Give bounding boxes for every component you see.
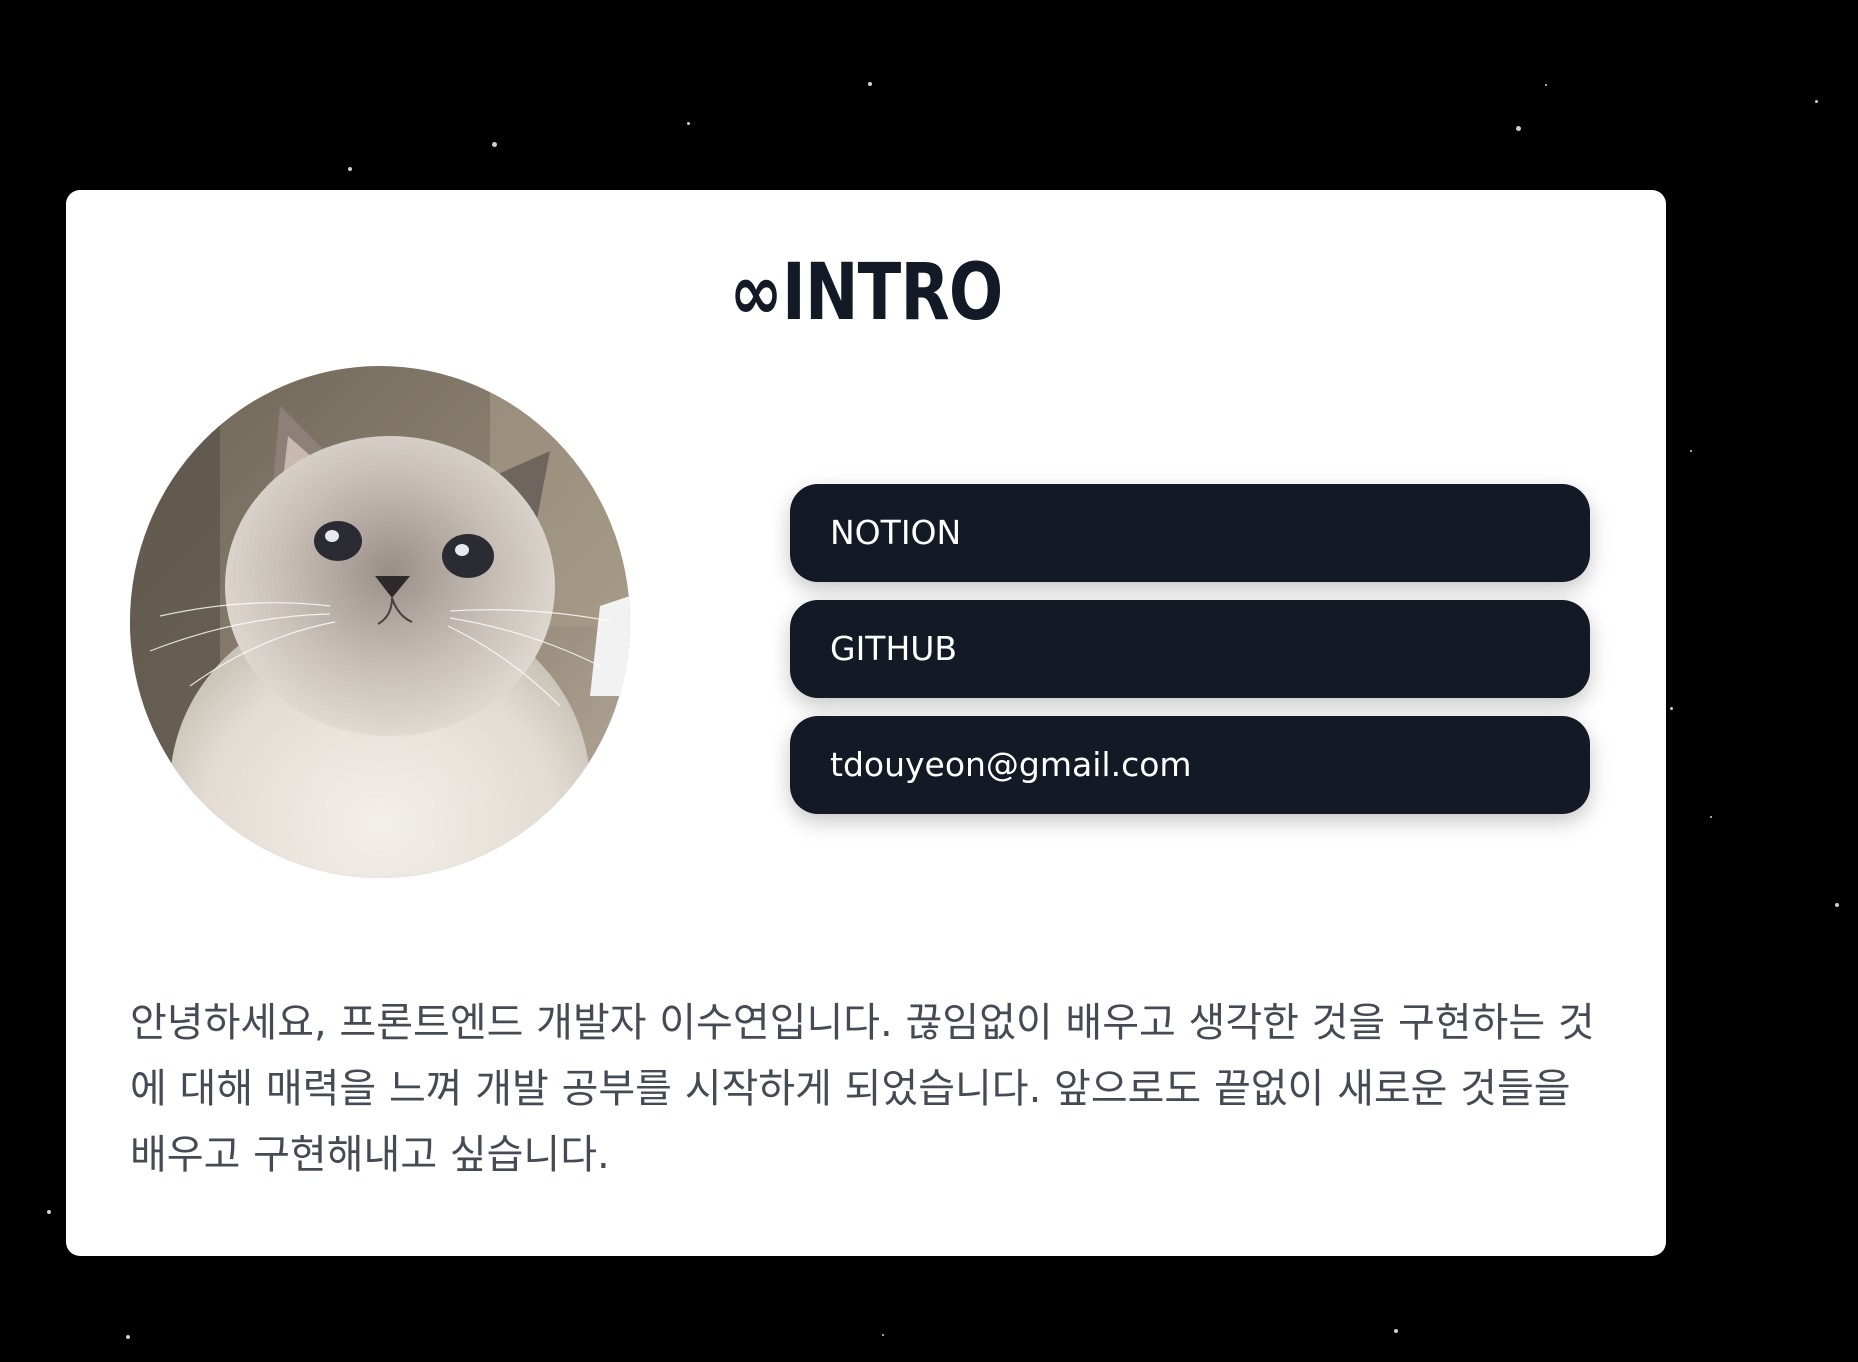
star xyxy=(1815,100,1818,103)
bio-text: 안녕하세요, 프론트엔드 개발자 이수연입니다. 끊임없이 배우고 생각한 것을… xyxy=(130,1000,1595,1178)
avatar xyxy=(130,366,630,878)
contact-links: NOTION GITHUB tdouyeon@gmail.com xyxy=(790,484,1590,832)
email-link-button[interactable]: tdouyeon@gmail.com xyxy=(790,716,1590,814)
star xyxy=(1835,903,1839,907)
star xyxy=(1516,126,1521,131)
github-link-button[interactable]: GITHUB xyxy=(790,600,1590,698)
star xyxy=(882,1334,884,1336)
star xyxy=(492,142,497,147)
star xyxy=(687,122,690,125)
star xyxy=(348,167,352,171)
star xyxy=(1545,84,1547,86)
notion-link-button[interactable]: NOTION xyxy=(790,484,1590,582)
star xyxy=(1690,450,1692,452)
star xyxy=(868,82,872,86)
intro-card: ∞INTRO NOTION GITHUB tdouyeon@gmail.com … xyxy=(66,190,1666,1256)
star xyxy=(126,1335,130,1339)
star xyxy=(1670,707,1673,710)
page-title: ∞INTRO xyxy=(729,248,1004,338)
star xyxy=(1394,1329,1398,1333)
star xyxy=(1710,816,1712,818)
star xyxy=(47,1210,51,1214)
cat-photo-icon xyxy=(130,366,630,878)
